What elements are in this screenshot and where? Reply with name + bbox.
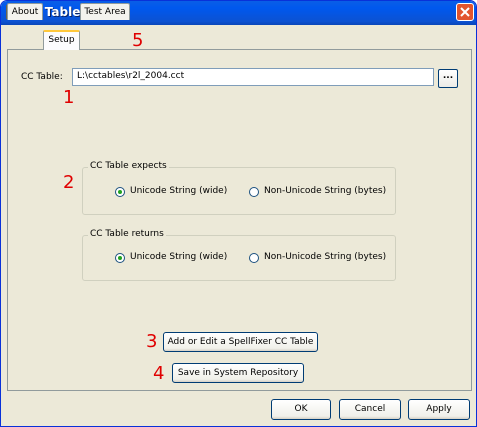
annotation-3: 3 — [146, 331, 158, 352]
returns-nonunicode-label: Non-Unicode String (bytes) — [264, 252, 387, 262]
annotation-5: 5 — [132, 30, 144, 51]
save-repository-button[interactable]: Save in System Repository — [172, 363, 304, 383]
tab-setup-label: Setup — [48, 35, 75, 45]
cc-table-path-input[interactable]: L:\cctables\r2l_2004.cct — [72, 68, 434, 86]
radio-unselected-icon — [249, 187, 259, 197]
tab-test-area-label: Test Area — [84, 7, 126, 17]
radio-selected-icon — [115, 253, 125, 263]
expects-nonunicode-label: Non-Unicode String (bytes) — [264, 186, 387, 196]
tab-test-area[interactable]: Test Area — [80, 3, 130, 20]
close-button[interactable] — [456, 3, 474, 21]
radio-unselected-icon — [249, 253, 259, 263]
close-icon — [460, 7, 470, 17]
ok-button[interactable]: OK — [271, 399, 331, 420]
expects-group-title: CC Table expects — [88, 161, 169, 171]
expects-unicode-label: Unicode String (wide) — [130, 186, 228, 196]
cc-table-label: CC Table: — [21, 72, 63, 82]
title-bar[interactable]: CC Table — [1, 1, 476, 25]
tab-setup[interactable]: Setup — [43, 30, 80, 50]
returns-group-title: CC Table returns — [88, 229, 166, 239]
returns-unicode-label: Unicode String (wide) — [130, 252, 228, 262]
radio-selected-icon — [115, 187, 125, 197]
tab-about-label: About — [11, 7, 39, 17]
annotation-4: 4 — [153, 363, 165, 384]
add-edit-cc-table-button[interactable]: Add or Edit a SpellFixer CC Table — [163, 332, 318, 352]
annotation-2: 2 — [63, 172, 75, 193]
cancel-button[interactable]: Cancel — [339, 399, 401, 420]
tab-about[interactable]: About — [7, 3, 43, 20]
browse-button[interactable]: ... — [438, 69, 458, 88]
annotation-1: 1 — [63, 87, 75, 108]
apply-button[interactable]: Apply — [408, 399, 470, 420]
dialog-window: CC Table About Setup Test Area 5 CC Tabl… — [0, 0, 477, 427]
